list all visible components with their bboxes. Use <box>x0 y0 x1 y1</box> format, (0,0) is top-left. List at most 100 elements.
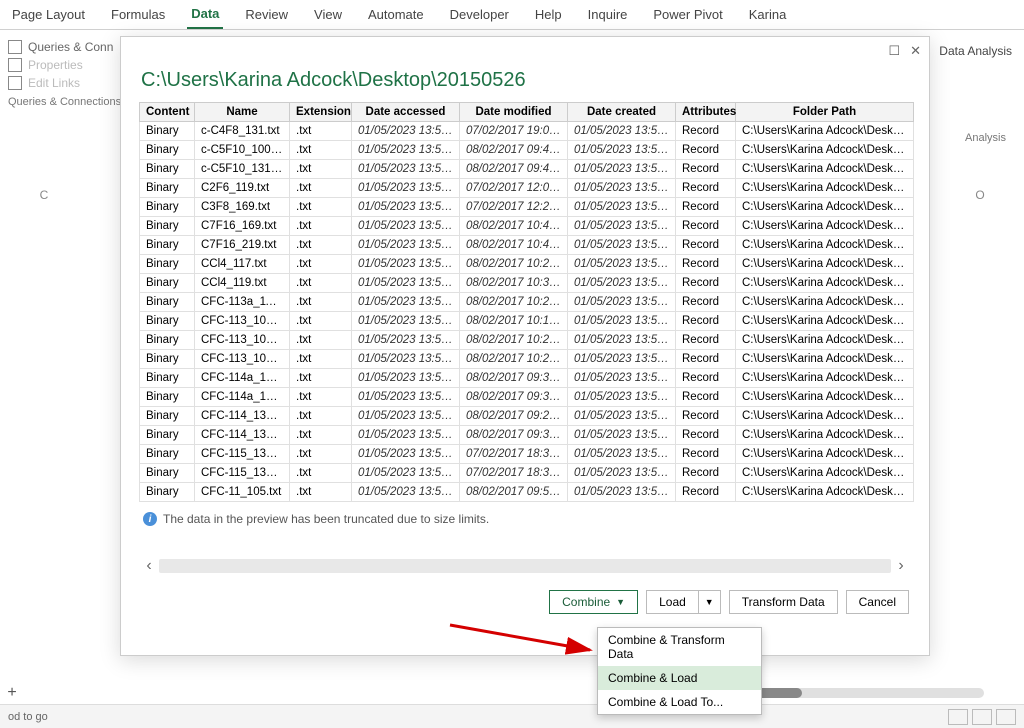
cell: 01/05/2023 13:57:17 <box>568 312 676 331</box>
cell: C:\Users\Karina Adcock\Desktop\ <box>736 388 914 407</box>
cancel-button[interactable]: Cancel <box>846 590 909 614</box>
note-text: The data in the preview has been truncat… <box>163 512 489 526</box>
table-row[interactable]: BinaryCFC-114_137.txt.txt01/05/2023 13:5… <box>140 426 914 445</box>
tab-power-pivot[interactable]: Power Pivot <box>649 5 726 28</box>
cell: C:\Users\Karina Adcock\Desktop\ <box>736 331 914 350</box>
table-row[interactable]: BinaryC7F16_169.txt.txt01/05/2023 13:57:… <box>140 217 914 236</box>
cell: Binary <box>140 179 195 198</box>
tab-view[interactable]: View <box>310 5 346 28</box>
info-icon: i <box>143 512 157 526</box>
cell: 01/05/2023 13:57:17 <box>352 179 460 198</box>
cell: Record <box>676 483 736 502</box>
cell: 01/05/2023 13:57:17 <box>352 236 460 255</box>
tab-data[interactable]: Data <box>187 4 223 29</box>
cell: 08/02/2017 10:26:37 <box>460 293 568 312</box>
cell: C:\Users\Karina Adcock\Desktop\ <box>736 426 914 445</box>
table-row[interactable]: BinaryCCl4_117.txt.txt01/05/2023 13:57:1… <box>140 255 914 274</box>
page-break-view-icon[interactable] <box>996 709 1016 725</box>
page-layout-view-icon[interactable] <box>972 709 992 725</box>
table-row[interactable]: BinaryCFC-113_103.txt.txt01/05/2023 13:5… <box>140 350 914 369</box>
scroll-left-icon[interactable]: ‹ <box>139 557 159 575</box>
tab-automate[interactable]: Automate <box>364 5 428 28</box>
scroll-track[interactable] <box>159 559 891 573</box>
col-name[interactable]: Name <box>195 103 290 122</box>
cell: 01/05/2023 13:57:17 <box>568 483 676 502</box>
cell: Binary <box>140 217 195 236</box>
table-row[interactable]: Binaryc-C5F10_131.txt.txt01/05/2023 13:5… <box>140 160 914 179</box>
transform-data-button[interactable]: Transform Data <box>729 590 838 614</box>
col-attributes[interactable]: Attributes <box>676 103 736 122</box>
combine-load-option[interactable]: Combine & Load <box>598 666 761 690</box>
cell: C7F16_219.txt <box>195 236 290 255</box>
maximize-icon[interactable]: ☐ <box>888 43 900 59</box>
combine-load-to-option[interactable]: Combine & Load To... <box>598 690 761 714</box>
tab-karina[interactable]: Karina <box>745 5 791 28</box>
col-date-accessed[interactable]: Date accessed <box>352 103 460 122</box>
col-extension[interactable]: Extension <box>290 103 352 122</box>
col-folder-path[interactable]: Folder Path <box>736 103 914 122</box>
combine-button[interactable]: Combine ▼ <box>549 590 638 614</box>
normal-view-icon[interactable] <box>948 709 968 725</box>
tab-developer[interactable]: Developer <box>446 5 513 28</box>
table-row[interactable]: BinaryCFC-114a_135.txt.txt01/05/2023 13:… <box>140 369 914 388</box>
table-row[interactable]: BinaryC3F8_169.txt.txt01/05/2023 13:57:1… <box>140 198 914 217</box>
cell: 01/05/2023 13:57:17 <box>352 407 460 426</box>
scroll-right-icon[interactable]: › <box>891 557 911 575</box>
table-row[interactable]: BinaryCFC-113_101.txt.txt01/05/2023 13:5… <box>140 312 914 331</box>
combine-transform-option[interactable]: Combine & Transform Data <box>598 628 761 666</box>
tab-help[interactable]: Help <box>531 5 566 28</box>
table-row[interactable]: BinaryC7F16_219.txt.txt01/05/2023 13:57:… <box>140 236 914 255</box>
cell: C:\Users\Karina Adcock\Desktop\ <box>736 236 914 255</box>
table-row[interactable]: BinaryCFC-115_137.txt.txt01/05/2023 13:5… <box>140 464 914 483</box>
cell: 08/02/2017 10:30:39 <box>460 274 568 293</box>
cell: .txt <box>290 141 352 160</box>
col-date-created[interactable]: Date created <box>568 103 676 122</box>
cell: CFC-11_105.txt <box>195 483 290 502</box>
cell: Binary <box>140 293 195 312</box>
cell: 01/05/2023 13:57:17 <box>352 331 460 350</box>
cell: .txt <box>290 426 352 445</box>
cell: CFC-113a_117.txt <box>195 293 290 312</box>
table-row[interactable]: BinaryC2F6_119.txt.txt01/05/2023 13:57:1… <box>140 179 914 198</box>
table-row[interactable]: BinaryCFC-114_135.txt.txt01/05/2023 13:5… <box>140 407 914 426</box>
tab-review[interactable]: Review <box>241 5 292 28</box>
cell: C:\Users\Karina Adcock\Desktop\ <box>736 160 914 179</box>
tab-inquire[interactable]: Inquire <box>584 5 632 28</box>
add-sheet-button[interactable]: + <box>0 684 24 702</box>
status-text: od to go <box>8 711 48 723</box>
table-row[interactable]: BinaryCFC-11_105.txt.txt01/05/2023 13:57… <box>140 483 914 502</box>
col-date-modified[interactable]: Date modified <box>460 103 568 122</box>
table-row[interactable]: BinaryCFC-113a_117.txt.txt01/05/2023 13:… <box>140 293 914 312</box>
properties-icon <box>8 58 22 72</box>
ribbon-queries-group: Queries & Conn Properties Edit Links Que… <box>8 38 121 108</box>
tab-formulas[interactable]: Formulas <box>107 5 169 28</box>
cell: 08/02/2017 09:51:35 <box>460 483 568 502</box>
cell: C:\Users\Karina Adcock\Desktop\ <box>736 483 914 502</box>
table-row[interactable]: Binaryc-C5F10_100.txt.txt01/05/2023 13:5… <box>140 141 914 160</box>
table-row[interactable]: BinaryCFC-114a_137.txt.txt01/05/2023 13:… <box>140 388 914 407</box>
table-row[interactable]: BinaryCFC-113_102.txt.txt01/05/2023 13:5… <box>140 331 914 350</box>
tab-page-layout[interactable]: Page Layout <box>8 5 89 28</box>
cell: 01/05/2023 13:57:17 <box>568 122 676 141</box>
combine-dropdown-menu: Combine & Transform Data Combine & Load … <box>597 627 762 715</box>
load-dropdown-button[interactable]: ▼ <box>698 590 721 614</box>
table-row[interactable]: BinaryCFC-115_135.txt.txt01/05/2023 13:5… <box>140 445 914 464</box>
col-content[interactable]: Content <box>140 103 195 122</box>
load-button[interactable]: Load <box>646 590 698 614</box>
col-c[interactable]: C <box>0 188 88 202</box>
cell: 01/05/2023 13:57:17 <box>352 369 460 388</box>
cell: C:\Users\Karina Adcock\Desktop\ <box>736 217 914 236</box>
cell: Record <box>676 236 736 255</box>
cell: 01/05/2023 13:57:17 <box>352 198 460 217</box>
col-o[interactable]: O <box>936 188 1024 202</box>
data-analysis-button[interactable]: Data Analysis <box>939 44 1012 58</box>
cell: 01/05/2023 13:57:17 <box>568 274 676 293</box>
close-icon[interactable]: ✕ <box>910 43 921 59</box>
table-row[interactable]: BinaryCCl4_119.txt.txt01/05/2023 13:57:1… <box>140 274 914 293</box>
cell: 01/05/2023 13:57:17 <box>352 445 460 464</box>
queries-connections-button[interactable]: Queries & Conn <box>8 38 121 56</box>
table-row[interactable]: Binaryc-C4F8_131.txt.txt01/05/2023 13:57… <box>140 122 914 141</box>
cell: Binary <box>140 426 195 445</box>
preview-hscroll[interactable]: ‹ › <box>139 556 911 576</box>
cell: 01/05/2023 13:57:17 <box>568 464 676 483</box>
